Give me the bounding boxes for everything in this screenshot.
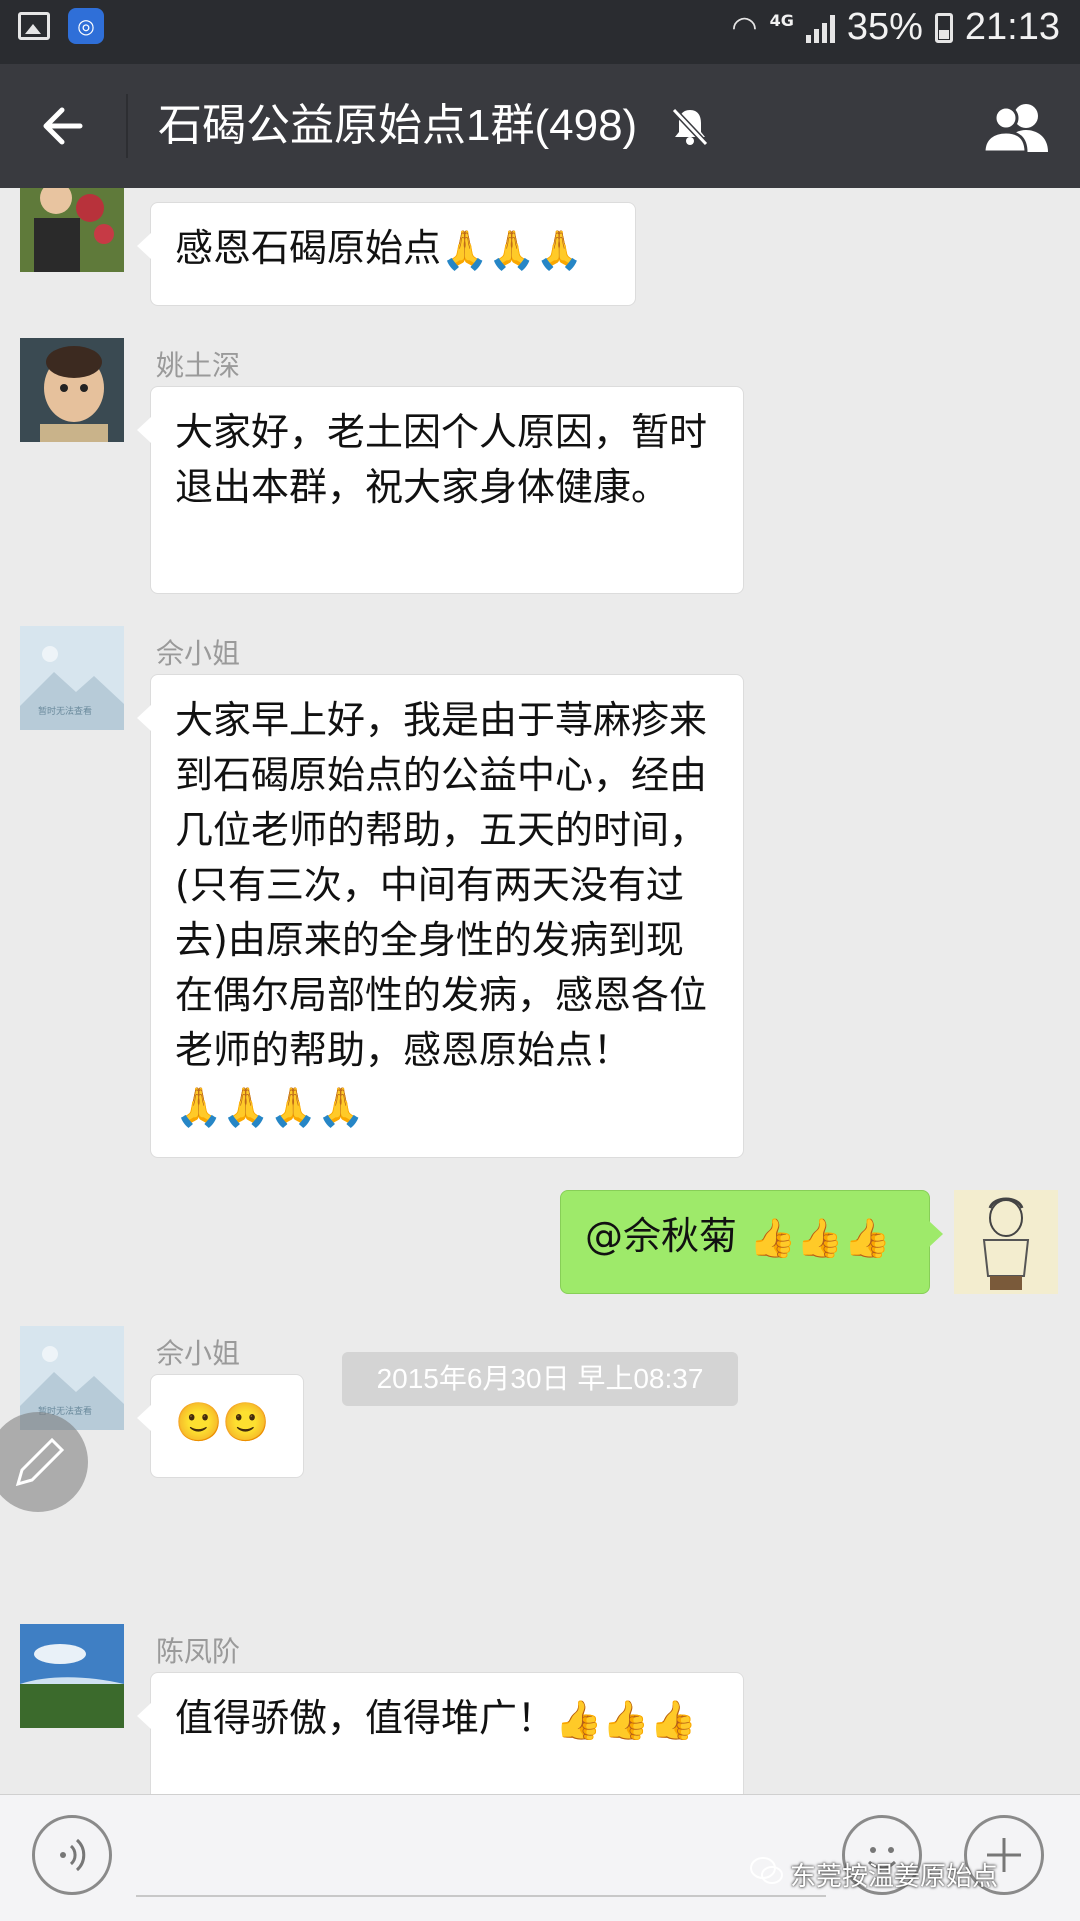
- smile-emoji: 🙂🙂: [175, 1400, 270, 1444]
- message-bubble[interactable]: 🙂🙂: [137, 1374, 304, 1478]
- sender-name: 姚土深: [156, 349, 241, 382]
- status-bar: ◎ ◠ 4G 35% 21:13: [0, 0, 1080, 64]
- thumbs-up-emoji: 👍👍👍: [555, 1698, 697, 1742]
- chat-title: 石碣公益原始点1群(498): [158, 101, 638, 150]
- voice-input-button[interactable]: [32, 1815, 112, 1895]
- chat-area[interactable]: 感恩石碣原始点🙏🙏🙏 姚土深 大家好，老土因个人原因，暂时退出本群，祝大家身体健…: [0, 188, 1080, 1794]
- battery-icon: [934, 12, 953, 43]
- message-text: 大家好，老土因个人原因，暂时退出本群，祝大家身体健康。: [175, 410, 708, 509]
- sender-name: 佘小姐: [156, 1337, 241, 1370]
- sender-name: 佘小姐: [156, 637, 241, 670]
- network-type: 4G: [769, 11, 794, 30]
- avatar-placeholder-text: 暂时无法查看: [38, 707, 93, 717]
- signal-icon: [805, 13, 835, 43]
- back-arrow-icon[interactable]: [36, 98, 92, 154]
- pray-emoji: 🙏🙏🙏🙏: [175, 1085, 365, 1129]
- message-bubble[interactable]: 感恩石碣原始点🙏🙏🙏: [137, 202, 636, 306]
- clock: 21:13: [964, 6, 1060, 48]
- gallery-notification-icon: [18, 12, 50, 40]
- chat-header: 石碣公益原始点1群(498): [0, 64, 1080, 188]
- message-text: 大家早上好，我是由于荨麻疹来到石碣原始点的公益中心，经由几位老师的帮助，五天的时…: [175, 698, 708, 1072]
- watermark-text: 东莞按温姜原始点: [790, 1862, 999, 1892]
- message-bubble[interactable]: 大家好，老土因个人原因，暂时退出本群，祝大家身体健康。: [137, 386, 744, 594]
- message-text: 值得骄傲，值得堆广！: [175, 1696, 556, 1740]
- voice-icon: [60, 1838, 86, 1872]
- avatar[interactable]: [20, 338, 124, 442]
- message-bubble[interactable]: 大家早上好，我是由于荨麻疹来到石碣原始点的公益中心，经由几位老师的帮助，五天的时…: [137, 674, 744, 1158]
- group-members-icon[interactable]: [980, 100, 1054, 154]
- header-divider: [126, 94, 128, 158]
- message-text: 感恩石碣原始点: [175, 226, 442, 270]
- mute-bell-icon: [671, 107, 709, 147]
- wechat-watermark-icon: [750, 1857, 783, 1884]
- thumbs-up-emoji: 👍👍👍: [749, 1216, 892, 1260]
- wifi-icon: ◠: [731, 10, 758, 45]
- avatar[interactable]: [20, 1624, 124, 1728]
- my-avatar[interactable]: [954, 1190, 1058, 1294]
- pray-emoji: 🙏🙏🙏: [441, 228, 583, 272]
- floating-edit-button[interactable]: [0, 1412, 88, 1512]
- my-message-bubble[interactable]: @佘秋菊 👍👍👍: [560, 1190, 943, 1294]
- avatar-placeholder[interactable]: 暂时无法查看: [20, 626, 124, 730]
- sender-name: 陈凤阶: [156, 1635, 241, 1668]
- battery-percent: 35%: [846, 6, 923, 48]
- message-input[interactable]: [136, 1895, 826, 1897]
- message-bubble[interactable]: 值得骄傲，值得堆广！👍👍👍: [137, 1672, 744, 1794]
- avatar[interactable]: [20, 188, 124, 272]
- pencil-icon: [15, 1437, 65, 1487]
- message-text: @佘秋菊: [585, 1214, 750, 1258]
- app-notification-icon: ◎: [68, 8, 104, 44]
- time-divider: 2015年6月30日 早上08:37: [342, 1352, 738, 1406]
